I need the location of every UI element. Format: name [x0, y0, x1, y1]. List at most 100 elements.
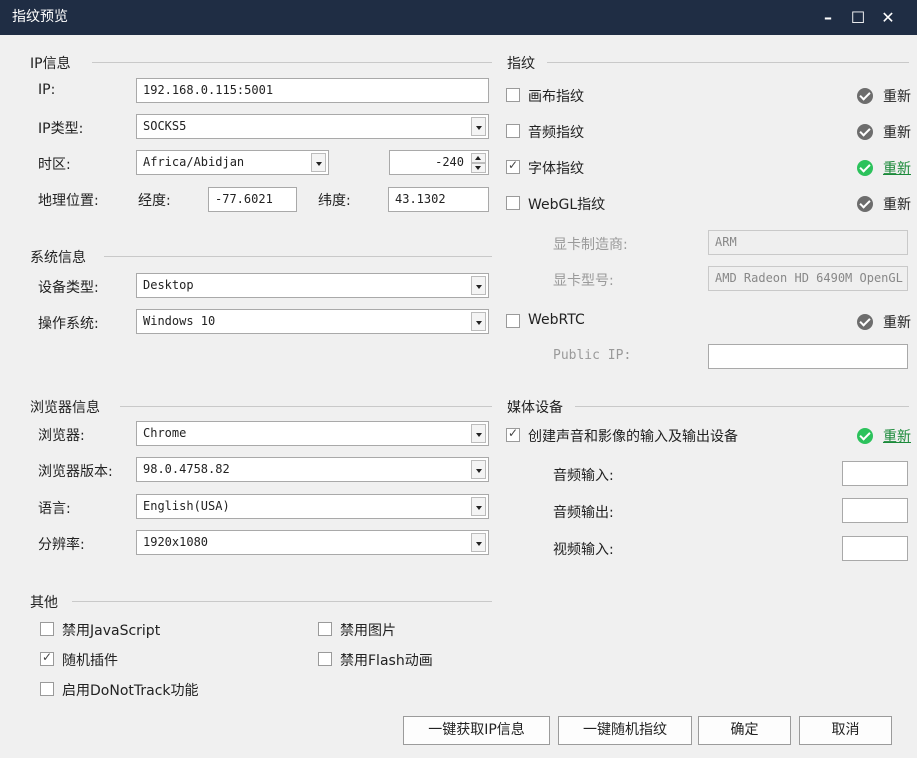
ip-label: IP: — [38, 82, 56, 98]
resolution-select[interactable]: 1920x1080 — [136, 530, 489, 555]
window-title: 指纹预览 — [12, 9, 68, 25]
do-not-track-checkbox[interactable] — [40, 682, 54, 696]
public-ip-input[interactable] — [708, 344, 908, 369]
device-type-select[interactable]: Desktop — [136, 273, 489, 298]
disable-flash-checkbox[interactable] — [318, 652, 332, 666]
ip-input[interactable]: 192.168.0.115:5001 — [136, 78, 489, 103]
resolution-value: 1920x1080 — [143, 535, 209, 549]
webrtc-label: WebRTC — [528, 312, 585, 328]
random-plugins-label: 随机插件 — [62, 653, 118, 669]
audio-input-field[interactable] — [842, 461, 908, 486]
get-ip-info-button[interactable]: 一键获取IP信息 — [403, 716, 550, 745]
random-plugins-checkbox[interactable] — [40, 650, 54, 666]
audio-fp-label: 音频指纹 — [528, 125, 584, 141]
section-divider — [575, 406, 909, 407]
device-type-value: Desktop — [143, 278, 194, 292]
browser-version-value: 98.0.4758.82 — [143, 462, 230, 476]
spin-up-icon[interactable] — [471, 153, 486, 163]
fingerprint-section-title: 指纹 — [507, 56, 535, 72]
create-devices-checkbox[interactable] — [506, 426, 520, 442]
gpu-vendor-label: 显卡制造商: — [553, 237, 628, 253]
ip-type-select[interactable]: SOCKS5 — [136, 114, 489, 139]
chevron-down-icon[interactable] — [471, 424, 486, 443]
canvas-fp-label: 画布指纹 — [528, 89, 584, 105]
longitude-input[interactable]: -77.6021 — [208, 187, 297, 212]
public-ip-label: Public IP: — [553, 348, 632, 363]
language-select[interactable]: English(USA) — [136, 494, 489, 519]
canvas-reset-link[interactable]: 重新 — [883, 86, 911, 106]
font-fp-label: 字体指纹 — [528, 161, 584, 177]
video-input-field[interactable] — [842, 536, 908, 561]
maximize-icon[interactable]: ☐ — [843, 0, 873, 35]
minimize-icon[interactable]: – — [813, 0, 843, 35]
system-info-section-title: 系统信息 — [30, 250, 86, 266]
ip-info-section-title: IP信息 — [30, 56, 71, 72]
latitude-label: 纬度: — [318, 193, 351, 209]
webrtc-reset-link[interactable]: 重新 — [883, 312, 911, 332]
resolution-label: 分辨率: — [38, 537, 85, 553]
os-label: 操作系统: — [38, 316, 99, 332]
font-fp-checkbox[interactable] — [506, 158, 520, 174]
webrtc-checkbox[interactable] — [506, 314, 520, 328]
media-reset-link[interactable]: 重新 — [883, 426, 911, 446]
canvas-fp-checkbox[interactable] — [506, 88, 520, 102]
geo-label: 地理位置: — [38, 193, 99, 209]
longitude-label: 经度: — [138, 193, 171, 209]
media-section-title: 媒体设备 — [507, 400, 563, 416]
section-divider — [120, 406, 492, 407]
audio-output-field[interactable] — [842, 498, 908, 523]
webgl-fp-label: WebGL指纹 — [528, 197, 606, 213]
disable-js-label: 禁用JavaScript — [62, 623, 161, 639]
browser-label: 浏览器: — [38, 428, 85, 444]
do-not-track-label: 启用DoNotTrack功能 — [62, 683, 199, 699]
chevron-down-icon[interactable] — [471, 533, 486, 552]
check-circle-icon — [857, 124, 873, 140]
audio-fp-checkbox[interactable] — [506, 124, 520, 138]
audio-output-label: 音频输出: — [553, 505, 614, 521]
disable-js-checkbox[interactable] — [40, 622, 54, 636]
os-value: Windows 10 — [143, 314, 216, 328]
audio-reset-link[interactable]: 重新 — [883, 122, 911, 142]
webgl-fp-checkbox[interactable] — [506, 196, 520, 210]
cancel-button[interactable]: 取消 — [799, 716, 892, 745]
font-reset-link[interactable]: 重新 — [883, 158, 911, 178]
chevron-down-icon[interactable] — [471, 497, 486, 516]
timezone-label: 时区: — [38, 157, 71, 173]
chevron-down-icon[interactable] — [311, 153, 326, 172]
timezone-select[interactable]: Africa/Abidjan — [136, 150, 329, 175]
section-divider — [104, 256, 492, 257]
os-select[interactable]: Windows 10 — [136, 309, 489, 334]
browser-value: Chrome — [143, 426, 187, 440]
browser-select[interactable]: Chrome — [136, 421, 489, 446]
chevron-down-icon[interactable] — [471, 276, 486, 295]
device-type-label: 设备类型: — [38, 280, 99, 296]
chevron-down-icon[interactable] — [471, 312, 486, 331]
gpu-model-label: 显卡型号: — [553, 273, 614, 289]
check-circle-icon — [857, 428, 873, 444]
disable-images-label: 禁用图片 — [340, 623, 396, 639]
gpu-vendor-input: ARM — [708, 230, 908, 255]
check-circle-icon — [857, 196, 873, 212]
disable-flash-label: 禁用Flash动画 — [340, 653, 433, 669]
create-devices-label: 创建声音和影像的输入及输出设备 — [528, 429, 738, 445]
ip-type-value: SOCKS5 — [143, 119, 187, 133]
audio-input-label: 音频输入: — [553, 468, 614, 484]
chevron-down-icon[interactable] — [471, 117, 486, 136]
random-fingerprint-button[interactable]: 一键随机指纹 — [558, 716, 692, 745]
timezone-offset-spinner[interactable]: -240 — [389, 150, 489, 175]
check-circle-icon — [857, 160, 873, 176]
section-divider — [92, 62, 492, 63]
video-input-label: 视频输入: — [553, 542, 614, 558]
title-bar: 指纹预览 – ☐ ✕ — [0, 0, 917, 35]
language-label: 语言: — [38, 501, 71, 517]
latitude-input[interactable]: 43.1302 — [388, 187, 489, 212]
ok-button[interactable]: 确定 — [698, 716, 791, 745]
chevron-down-icon[interactable] — [471, 460, 486, 479]
disable-images-checkbox[interactable] — [318, 622, 332, 636]
language-value: English(USA) — [143, 499, 230, 513]
close-icon[interactable]: ✕ — [873, 0, 903, 35]
spin-down-icon[interactable] — [471, 163, 486, 173]
check-circle-icon — [857, 314, 873, 330]
webgl-reset-link[interactable]: 重新 — [883, 194, 911, 214]
browser-version-select[interactable]: 98.0.4758.82 — [136, 457, 489, 482]
